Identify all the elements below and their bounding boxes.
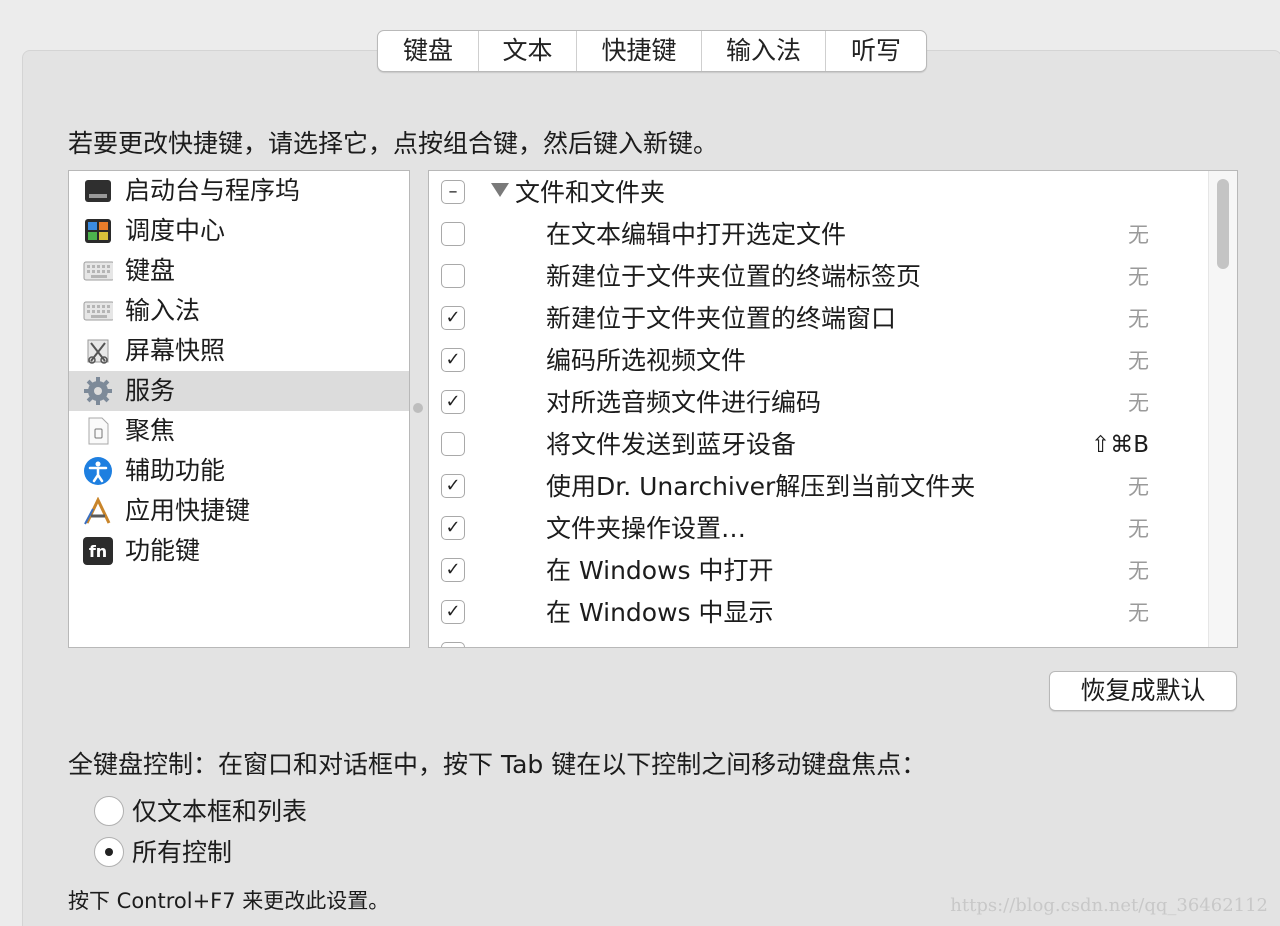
service-label: 在 Windows 中打开 [546, 556, 774, 585]
service-row[interactable]: ✓ 对所选音频文件进行编码 无 [429, 382, 1209, 424]
services-scrollbar[interactable] [1208, 171, 1237, 647]
service-label: 文件夹操作设置… [546, 514, 747, 543]
service-shortcut[interactable]: 无 [1128, 259, 1149, 295]
category-item-input-sources[interactable]: 输入法 [69, 291, 409, 331]
service-group-row[interactable]: – 文件和文件夹 [429, 172, 1209, 214]
service-checkbox[interactable] [441, 222, 465, 246]
group-label: 文件和文件夹 [515, 178, 666, 207]
service-row[interactable]: ✓ 新建位于文件夹位置的终端窗口 无 [429, 298, 1209, 340]
service-shortcut[interactable]: 无 [1128, 469, 1149, 505]
accessibility-icon [83, 457, 113, 485]
radio-button[interactable] [94, 837, 124, 867]
service-checkbox[interactable]: ✓ [441, 558, 465, 582]
service-row[interactable]: 将文件发送到蓝牙设备 ⇧⌘B [429, 424, 1209, 466]
launchpad-dock-icon [83, 177, 113, 205]
input-method-icon [83, 297, 113, 325]
category-item-spotlight[interactable]: 聚焦 [69, 411, 409, 451]
service-checkbox[interactable] [441, 432, 465, 456]
service-shortcut[interactable]: 无 [1128, 553, 1149, 589]
service-shortcut[interactable]: 无 [1128, 595, 1149, 631]
service-checkbox[interactable]: ✓ [441, 516, 465, 540]
category-label: 启动台与程序坞 [125, 176, 301, 205]
category-label: 应用快捷键 [125, 496, 251, 525]
disclosure-triangle-icon[interactable] [491, 183, 509, 197]
group-checkbox[interactable]: – [441, 180, 465, 204]
tab-dictation[interactable]: 听写 [826, 31, 926, 71]
service-shortcut[interactable]: 无 [1128, 343, 1149, 379]
shortcut-hint: 按下 Control+F7 来更改此设置。 [68, 889, 390, 913]
spotlight-icon [83, 417, 113, 445]
service-label: 在 Windows 中显示 [546, 598, 774, 627]
category-list: 启动台与程序坞 调度中心 键盘 输入法 屏幕快照 服务 聚焦 辅助功能 应用快捷… [68, 170, 410, 648]
scrollbar-thumb[interactable] [1217, 179, 1229, 269]
service-checkbox[interactable] [441, 264, 465, 288]
category-label: 输入法 [125, 296, 201, 325]
gear-icon [83, 377, 113, 405]
instruction-text: 若要更改快捷键，请选择它，点按组合键，然后键入新键。 [68, 129, 719, 158]
service-shortcut[interactable]: ⇧⌘B [1091, 427, 1149, 463]
service-checkbox[interactable] [441, 642, 465, 647]
services-list: – 文件和文件夹 在文本编辑中打开选定文件 无 新建位于文件夹位置的终端标签页 … [428, 170, 1238, 648]
split-view-handle[interactable] [413, 403, 423, 413]
tab-keyboard[interactable]: 键盘 [378, 31, 479, 71]
tab-text[interactable]: 文本 [479, 31, 577, 71]
service-shortcut[interactable]: 无 [1128, 217, 1149, 253]
watermark-text: https://blog.csdn.net/qq_36462112 [950, 895, 1268, 916]
screenshot-icon [83, 337, 113, 365]
tab-bar: 键盘 文本 快捷键 输入法 听写 [377, 30, 927, 72]
service-row[interactable]: ✓ 编码所选视频文件 无 [429, 340, 1209, 382]
service-shortcut[interactable]: 无 [1128, 511, 1149, 547]
keyboard-icon [83, 257, 113, 285]
category-label: 调度中心 [125, 216, 226, 245]
service-row[interactable]: 在文本编辑中打开选定文件 无 [429, 214, 1209, 256]
app-shortcuts-icon [83, 497, 113, 525]
category-item-keyboard[interactable]: 键盘 [69, 251, 409, 291]
category-item-function-keys[interactable]: fn 功能键 [69, 531, 409, 571]
category-item-launchpad[interactable]: 启动台与程序坞 [69, 171, 409, 211]
service-checkbox[interactable]: ✓ [441, 474, 465, 498]
radio-label: 所有控制 [132, 838, 233, 867]
keyboard-preferences-window: 键盘 文本 快捷键 输入法 听写 若要更改快捷键，请选择它，点按组合键，然后键入… [0, 0, 1280, 926]
service-row[interactable]: ✓ 文件夹操作设置… 无 [429, 508, 1209, 550]
service-checkbox[interactable]: ✓ [441, 348, 465, 372]
category-label: 屏幕快照 [125, 336, 226, 365]
service-checkbox[interactable]: ✓ [441, 306, 465, 330]
category-label: 功能键 [125, 536, 201, 565]
tab-input-sources[interactable]: 输入法 [702, 31, 826, 71]
service-label: 对所选音频文件进行编码 [546, 388, 822, 417]
service-shortcut[interactable]: 无 [1128, 301, 1149, 337]
full-keyboard-access-label: 全键盘控制：在窗口和对话框中，按下 Tab 键在以下控制之间移动键盘焦点： [68, 750, 927, 779]
category-label: 辅助功能 [125, 456, 226, 485]
service-shortcut[interactable]: 无 [1128, 385, 1149, 421]
service-label: 将文件发送到蓝牙设备 [546, 430, 797, 459]
radio-label: 仅文本框和列表 [132, 797, 308, 826]
service-label: 使用Dr. Unarchiver解压到当前文件夹 [546, 472, 976, 501]
category-label: 服务 [125, 376, 176, 405]
service-row[interactable]: 新建位于文件夹位置的终端标签页 无 [429, 256, 1209, 298]
service-checkbox[interactable]: ✓ [441, 390, 465, 414]
service-row[interactable]: ✓ 使用Dr. Unarchiver解压到当前文件夹 无 [429, 466, 1209, 508]
fn-key-icon: fn [83, 537, 113, 565]
service-row-partial[interactable] [429, 634, 1209, 647]
radio-button[interactable] [94, 796, 124, 826]
service-row[interactable]: ✓ 在 Windows 中显示 无 [429, 592, 1209, 634]
category-item-mission-control[interactable]: 调度中心 [69, 211, 409, 251]
category-label: 键盘 [125, 256, 176, 285]
category-item-app-shortcuts[interactable]: 应用快捷键 [69, 491, 409, 531]
mission-control-icon [83, 217, 113, 245]
category-item-screenshots[interactable]: 屏幕快照 [69, 331, 409, 371]
service-label: 新建位于文件夹位置的终端标签页 [546, 262, 922, 291]
service-row[interactable]: ✓ 在 Windows 中打开 无 [429, 550, 1209, 592]
category-item-accessibility[interactable]: 辅助功能 [69, 451, 409, 491]
service-label: 在文本编辑中打开选定文件 [546, 220, 847, 249]
service-label: 新建位于文件夹位置的终端窗口 [546, 304, 897, 333]
category-item-services[interactable]: 服务 [69, 371, 409, 411]
tab-shortcuts[interactable]: 快捷键 [577, 31, 702, 71]
service-checkbox[interactable]: ✓ [441, 600, 465, 624]
service-label: 编码所选视频文件 [546, 346, 747, 375]
restore-defaults-button[interactable]: 恢复成默认 [1049, 671, 1237, 711]
category-label: 聚焦 [125, 416, 176, 445]
